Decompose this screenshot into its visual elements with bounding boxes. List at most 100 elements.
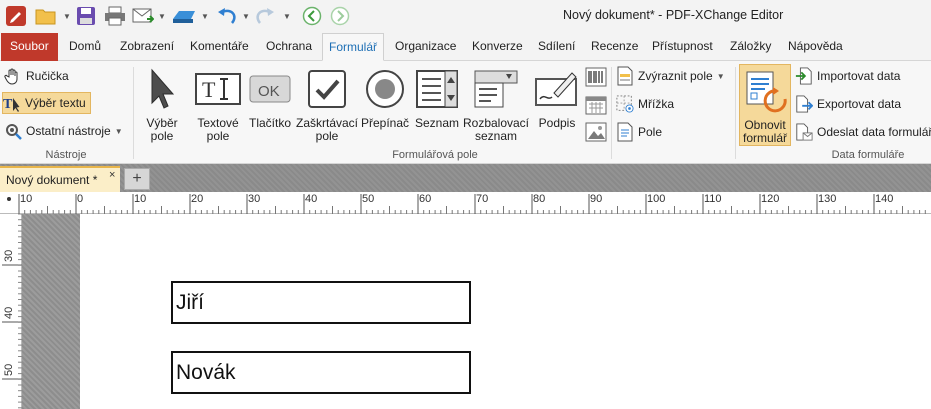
email-icon[interactable] <box>130 4 156 28</box>
barcode-icon[interactable] <box>585 67 607 87</box>
group-separator <box>133 67 134 159</box>
fields-button[interactable]: Pole <box>616 121 662 143</box>
vertical-ruler: 30 40 50 <box>0 214 22 409</box>
export-data-label: Exportovat data <box>817 97 902 111</box>
back-icon[interactable] <box>300 4 324 28</box>
ruler-tick-label: 100 <box>647 193 665 205</box>
text-field-label-2: pole <box>206 129 230 143</box>
chevron-down-icon: ▼ <box>114 126 123 136</box>
save-icon[interactable] <box>74 4 98 28</box>
signature-field-label: Podpis <box>538 116 576 130</box>
ruler-tick-label: 90 <box>590 193 602 205</box>
chevron-down-icon[interactable]: ▼ <box>201 12 209 21</box>
last-name-field[interactable]: Novák <box>171 351 471 394</box>
import-icon <box>795 67 813 85</box>
ruler-tick-label: 50 <box>3 364 15 376</box>
hand-tool-button[interactable]: Ručička <box>4 65 69 87</box>
highlight-document-icon <box>616 66 634 86</box>
checkbox-icon <box>307 65 347 113</box>
export-data-button[interactable]: Exportovat data <box>795 93 901 115</box>
submit-data-button[interactable]: Odeslat data formuláře <box>795 121 931 143</box>
dropdown-field-label-2: seznam <box>474 129 518 143</box>
grid-button[interactable]: Mřížka <box>616 93 674 115</box>
button-field-label: Tlačítko <box>248 116 291 130</box>
other-tools-button[interactable]: Ostatní nástroje ▼ <box>4 120 123 142</box>
tab-organizace[interactable]: Organizace <box>389 33 462 61</box>
list-field-label: Seznam <box>414 116 460 130</box>
first-name-field[interactable]: Jiří <box>171 281 471 324</box>
forward-icon[interactable] <box>328 4 352 28</box>
svg-text:T: T <box>3 97 13 112</box>
tab-domu[interactable]: Domů <box>63 33 107 61</box>
tab-ochrana[interactable]: Ochrana <box>260 33 318 61</box>
reset-form-icon <box>743 67 787 115</box>
chevron-down-icon[interactable]: ▼ <box>158 12 166 21</box>
print-icon[interactable] <box>102 4 128 28</box>
radio-field-button[interactable]: Přepínač <box>361 65 409 130</box>
tab-napoveda[interactable]: Nápověda <box>782 33 849 61</box>
fields-document-icon <box>616 122 634 142</box>
button-field-button[interactable]: OK Tlačítko <box>247 65 293 130</box>
scan-icon[interactable] <box>170 4 198 28</box>
reset-form-label-2: formulář <box>742 131 787 145</box>
tab-zobrazeni[interactable]: Zobrazení <box>114 33 180 61</box>
calendar-icon[interactable] <box>585 95 607 115</box>
tab-recenze[interactable]: Recenze <box>585 33 644 61</box>
ruler-tick-label: 20 <box>191 193 203 205</box>
dropdown-field-button[interactable]: Rozbalovací seznam <box>463 65 529 143</box>
grid-icon <box>616 95 634 113</box>
arrow-pointer-icon <box>148 65 176 113</box>
tab-soubor[interactable]: Soubor <box>1 33 58 61</box>
list-field-button[interactable]: Seznam <box>413 65 461 130</box>
ruler-tick-label: 130 <box>818 193 836 205</box>
document-tab[interactable]: Nový dokument * × <box>0 166 120 192</box>
tools-icon <box>4 122 22 140</box>
ruler-tick-label: 140 <box>875 193 893 205</box>
select-text-tool-button[interactable]: T Výběr textu <box>2 92 91 114</box>
undo-icon[interactable] <box>214 4 240 28</box>
import-data-button[interactable]: Importovat data <box>795 65 900 87</box>
radio-button-icon <box>365 65 405 113</box>
open-folder-icon[interactable] <box>34 4 58 28</box>
svg-text:OK: OK <box>258 83 280 100</box>
ribbon: Ručička T Výběr textu Ostatní nástroje ▼… <box>0 61 931 164</box>
select-text-label: Výběr textu <box>25 96 86 110</box>
checkbox-field-button[interactable]: Zaškrtávací pole <box>296 65 358 143</box>
window-title: Nový dokument* - PDF-XChange Editor <box>563 8 784 22</box>
image-field-icon[interactable] <box>585 122 607 142</box>
svg-text:T: T <box>202 77 216 102</box>
ruler-tick-label: 50 <box>362 193 374 205</box>
tab-sdileni[interactable]: Sdílení <box>532 33 581 61</box>
tab-konverze[interactable]: Konverze <box>466 33 529 61</box>
select-field-label-2: pole <box>150 129 174 143</box>
horizontal-ruler: 10 0 10 20 30 40 50 60 70 80 90 100 110 120 130 140 <box>0 192 931 214</box>
chevron-down-icon[interactable]: ▼ <box>283 12 291 21</box>
combo-box-icon <box>473 65 519 113</box>
submit-data-label: Odeslat data formuláře <box>817 125 931 139</box>
page-gutter <box>22 214 80 409</box>
signature-field-button[interactable]: Podpis <box>533 65 581 130</box>
tab-formular[interactable]: Formulář <box>322 33 385 61</box>
close-icon[interactable]: × <box>109 169 115 181</box>
new-tab-button[interactable]: + <box>124 168 150 190</box>
ruler-tick-label: 40 <box>305 193 317 205</box>
ruler-origin-marker[interactable] <box>7 197 11 201</box>
group-label-form-data: Data formuláře <box>831 149 905 161</box>
tab-komentare[interactable]: Komentáře <box>184 33 255 61</box>
import-data-label: Importovat data <box>817 69 901 83</box>
ruler-tick-label: 120 <box>761 193 779 205</box>
document-tabs-bar: Nový dokument * × + <box>0 164 931 192</box>
chevron-down-icon[interactable]: ▼ <box>63 12 71 21</box>
redo-icon[interactable] <box>252 4 278 28</box>
reset-form-button[interactable]: Obnovit formulář <box>739 64 791 146</box>
tab-pristupnost[interactable]: Přístupnost <box>646 33 719 61</box>
text-field-icon: T <box>194 65 242 113</box>
ruler-tick-label: 70 <box>476 193 488 205</box>
ruler-tick-label: 0 <box>77 193 83 205</box>
text-field-button[interactable]: T Textové pole <box>193 65 243 143</box>
chevron-down-icon: ▼ <box>716 71 725 81</box>
select-field-button[interactable]: Výběr pole <box>141 65 183 143</box>
chevron-down-icon[interactable]: ▼ <box>242 12 250 21</box>
tab-zalozky[interactable]: Záložky <box>724 33 777 61</box>
highlight-fields-button[interactable]: Zvýraznit pole ▼ <box>616 65 725 87</box>
